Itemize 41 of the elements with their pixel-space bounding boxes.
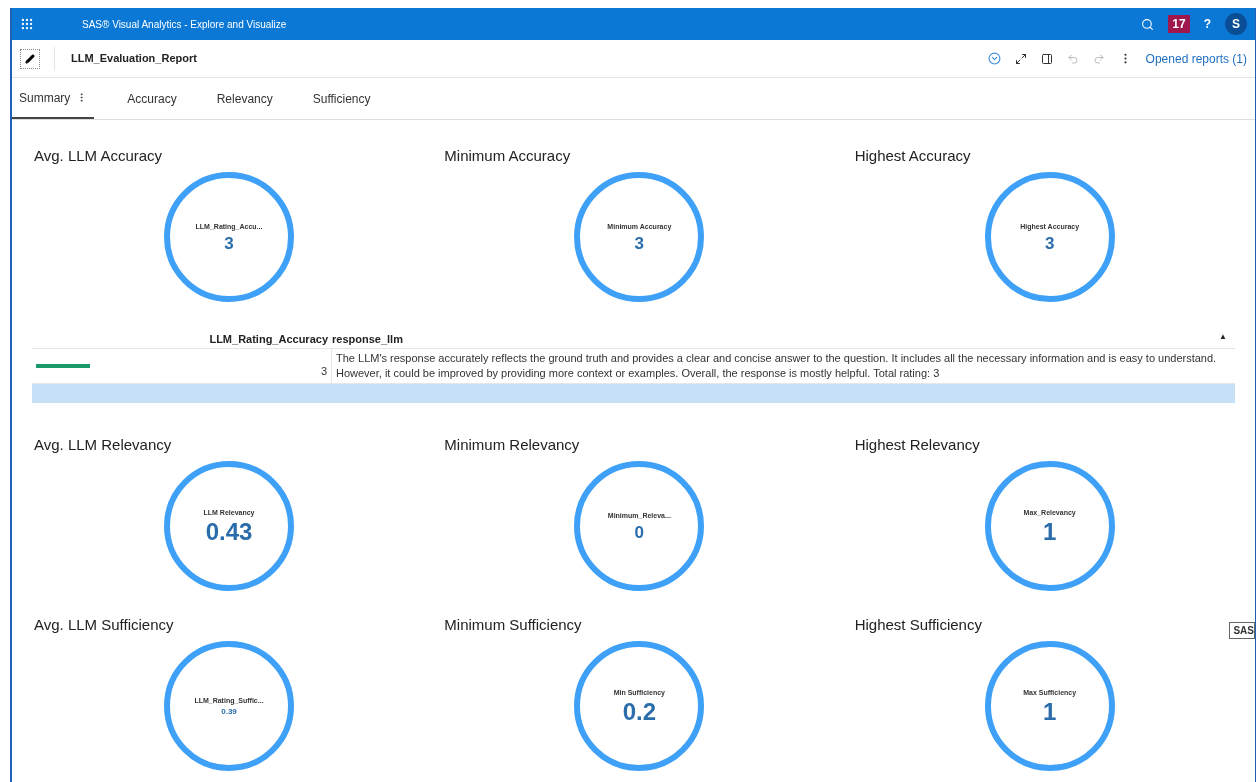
report-tab[interactable]: Accuracy	[120, 78, 184, 119]
kpi-title: Minimum Accuracy	[444, 146, 571, 166]
kpi-title: Minimum Relevancy	[444, 435, 580, 455]
report-title: LLM_Evaluation_Report	[71, 51, 197, 67]
app-title: SAS® Visual Analytics - Explore and Visualize	[82, 17, 287, 32]
panel-icon[interactable]	[1040, 52, 1053, 65]
column-header[interactable]: response_llm	[332, 330, 403, 348]
tooltip: SAS	[1229, 622, 1255, 639]
pencil-icon	[25, 53, 35, 64]
kpi-title: Avg. LLM Accuracy	[34, 146, 163, 166]
search-icon[interactable]	[1141, 17, 1155, 31]
circle-chevron-icon[interactable]	[987, 52, 1001, 65]
notification-badge[interactable]: 17	[1168, 15, 1190, 33]
opened-reports-link[interactable]: Opened reports (1)	[1145, 49, 1247, 68]
kpi-title: Highest Relevancy	[854, 435, 980, 455]
kpi-value: 1	[1042, 700, 1057, 725]
kpi-title: Avg. LLM Sufficiency	[34, 615, 174, 635]
kpi-value: 3	[1044, 234, 1055, 252]
edit-button[interactable]	[20, 48, 40, 69]
kpi-title: Highest Accuracy	[854, 146, 971, 166]
user-avatar[interactable]: S	[1225, 13, 1247, 35]
kpi-value: 0.39	[221, 708, 237, 717]
kpi-title: Avg. LLM Relevancy	[34, 435, 172, 455]
help-button[interactable]: ?	[1203, 15, 1211, 33]
report-tab[interactable]: Sufficiency	[305, 78, 378, 119]
kpi-value: 0.43	[205, 520, 253, 545]
kpi-value: 0.2	[622, 700, 656, 725]
column-header[interactable]: LLM_Rating_Accuracy	[209, 330, 328, 348]
kpi-value: 0	[634, 523, 645, 541]
kpi-value: 3	[224, 234, 234, 252]
table-cell-text: 3	[320, 363, 327, 379]
apps-menu-icon[interactable]	[20, 17, 34, 31]
kpi-title: Minimum Sufficiency	[444, 615, 582, 635]
kpi-title: Highest Sufficiency	[854, 615, 982, 635]
report-tab[interactable]: Relevancy	[209, 78, 280, 119]
kpi-value: 1	[1042, 520, 1057, 545]
report-tab[interactable]: Summary	[12, 78, 95, 119]
kpi-value: 3	[634, 234, 645, 252]
table-cell-text: The LLM's response accurately reflects the ground truth and provides a clear and concise answer to the question. It includes all the necessary information and is easy to understand. However, it could be improved by providing more context or examples. Overall, the response is mostly helpful. Total rating: 3	[335, 351, 1218, 381]
expand-icon[interactable]	[1014, 52, 1027, 65]
sort-indicator[interactable]: ▲	[1219, 330, 1227, 348]
